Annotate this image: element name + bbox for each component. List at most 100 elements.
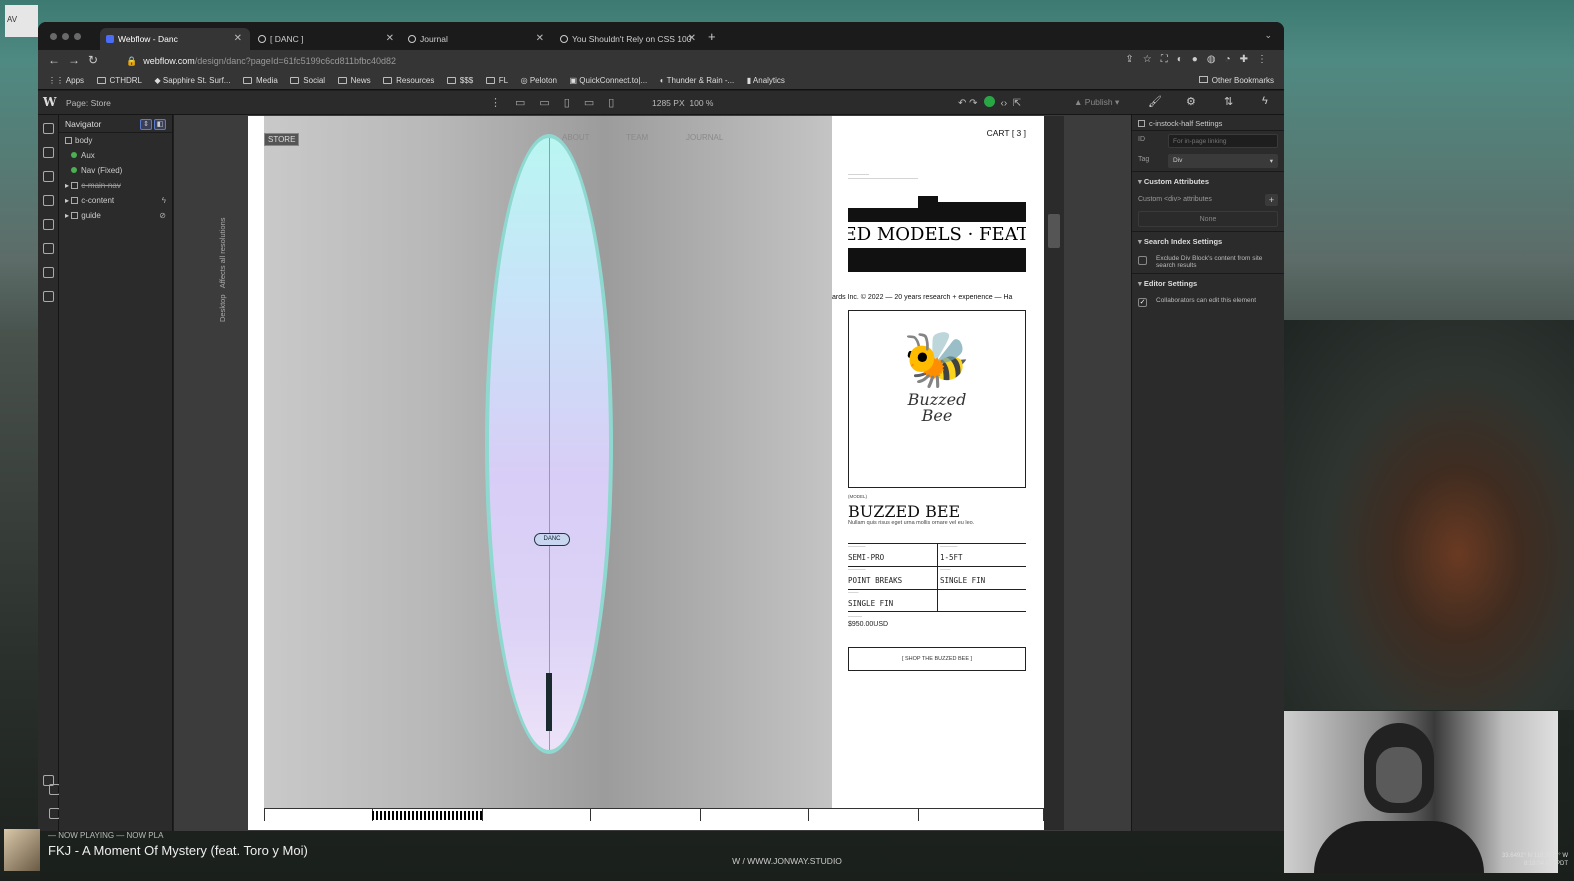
- style-brush-icon[interactable]: 🖌: [1148, 95, 1162, 108]
- page-selector[interactable]: Page: Store: [66, 98, 111, 108]
- other-bookmarks[interactable]: Other Bookmarks: [1198, 76, 1274, 85]
- desktop-wallpaper-left: [0, 330, 40, 881]
- tab-webflow[interactable]: Webflow - Danc ✕: [100, 28, 250, 50]
- ruler-tick: [590, 809, 591, 821]
- bookmark-apps[interactable]: ⋮⋮ Apps: [48, 76, 84, 85]
- bookmark-news[interactable]: News: [337, 76, 371, 85]
- spec-cell: ——— SINGLE FIN: [848, 590, 937, 612]
- nav-item-body[interactable]: body: [59, 133, 172, 148]
- nav-item-aux[interactable]: Aux: [59, 148, 172, 163]
- scroll-grip[interactable]: [1048, 214, 1060, 248]
- nav-about-link[interactable]: ABOUT: [562, 133, 590, 142]
- url-field[interactable]: 🔒 webflow.com/design/danc?pageId=61fc5199…: [126, 56, 396, 67]
- site-favicon-icon: [258, 35, 266, 43]
- ecommerce-icon[interactable]: [43, 243, 54, 254]
- product-panel[interactable]: CART [ 3 ] ——— ——— ———————————————————— R…: [832, 116, 1044, 808]
- location-time: 33.6492° N 118.3864° W 8:18:04 AM PDT: [1476, 852, 1568, 868]
- undo-redo-group[interactable]: ↶ ↷ ‹› ⇱: [958, 96, 1027, 109]
- tab-css-article[interactable]: You Shouldn't Rely on CSS 100 ✕: [554, 28, 704, 50]
- close-tab-icon[interactable]: ✕: [386, 33, 394, 44]
- forward-arrow-icon[interactable]: →: [68, 53, 80, 67]
- editor-settings-section[interactable]: Editor Settings: [1132, 273, 1284, 293]
- breakpoint-vertical-label: Desktop Affects all resolutions: [218, 217, 227, 322]
- tab-search-chevron-icon[interactable]: ⌄: [1264, 30, 1272, 41]
- interactions-icon[interactable]: ⇅: [1224, 95, 1233, 108]
- toggle-icon[interactable]: [1138, 256, 1147, 265]
- navigator-title: Navigator: [65, 119, 102, 129]
- board-logo: DANC: [534, 533, 570, 546]
- hidden-eye-icon[interactable]: ⊘: [159, 208, 166, 223]
- nav-item-content[interactable]: ▸ c-content ϟ: [59, 193, 172, 208]
- project-settings-icon[interactable]: [43, 291, 54, 302]
- tag-row: Tag Div ▾: [1132, 151, 1284, 171]
- desktop-app-badge[interactable]: AV: [5, 5, 38, 37]
- add-panel-icon[interactable]: [43, 123, 54, 134]
- canvas-zoom: 100 %: [689, 98, 714, 108]
- close-tab-icon[interactable]: ✕: [234, 33, 242, 44]
- pages-icon[interactable]: [43, 195, 54, 206]
- cart-link[interactable]: CART [ 3 ]: [987, 128, 1026, 138]
- close-tab-icon[interactable]: ✕: [536, 33, 544, 44]
- close-dot[interactable]: [50, 33, 57, 40]
- spec-table: ————— SEMI-PRO ————— 1-5FT ————— POINT BREA…: [848, 543, 1026, 612]
- breakpoint-icons[interactable]: ⋮▭▭▯▭▯: [490, 96, 628, 109]
- bookmark-social[interactable]: Social: [290, 76, 325, 85]
- bookmark-resources[interactable]: Resources: [383, 76, 434, 85]
- shop-button[interactable]: [ SHOP THE BUZZED BEE ]: [848, 647, 1026, 671]
- webflow-left-rail: [38, 115, 60, 831]
- nav-item-label: guide: [81, 211, 101, 220]
- settings-gear-icon[interactable]: ⚙: [1186, 95, 1196, 108]
- navigator-icon[interactable]: [43, 171, 54, 182]
- tab-journal[interactable]: Journal ✕: [402, 28, 552, 50]
- tag-select[interactable]: Div ▾: [1168, 154, 1278, 168]
- exclude-search-toggle[interactable]: Exclude Div Block's content from site se…: [1132, 251, 1284, 273]
- bookmark-sapphire[interactable]: ◆ Sapphire St. Surf...: [155, 76, 231, 85]
- tab-danc[interactable]: [ DANC ] ✕: [252, 28, 402, 50]
- settings-panel: c-instock-half Settings ID Tag Div ▾ Custo…: [1131, 115, 1284, 831]
- page-ruler: [264, 808, 1044, 821]
- custom-attributes-section[interactable]: Custom Attributes: [1132, 171, 1284, 191]
- canvas-scrollbar[interactable]: [1044, 116, 1064, 830]
- bookmark-media[interactable]: Media: [242, 76, 278, 85]
- add-attribute-button[interactable]: +: [1265, 194, 1278, 206]
- minimize-dot[interactable]: [62, 33, 69, 40]
- folder-icon: [96, 77, 106, 84]
- ruler-tick: [918, 809, 919, 821]
- publish-button[interactable]: ▲ Publish ▾: [1074, 97, 1119, 108]
- extension-icons[interactable]: ⇪☆⛶◐●◍◔✚⋮: [1125, 54, 1276, 65]
- bookmark-quickconnect[interactable]: ▣ QuickConnect.to|...: [570, 76, 648, 85]
- close-tab-icon[interactable]: ✕: [688, 33, 696, 44]
- back-arrow-icon[interactable]: ←: [48, 53, 60, 67]
- webflow-logo-icon[interactable]: W: [43, 95, 56, 109]
- search-index-section[interactable]: Search Index Settings: [1132, 231, 1284, 251]
- bookmark-cthdrl[interactable]: CTHDRL: [96, 76, 142, 85]
- bookmark-money[interactable]: $$$: [446, 76, 473, 85]
- zoom-dot[interactable]: [74, 33, 81, 40]
- lightning-icon[interactable]: ϟ: [1262, 95, 1268, 107]
- bookmark-thunder-rain[interactable]: ◐ Thunder & Rain -...: [660, 76, 735, 85]
- nav-item-guide[interactable]: ▸ guide ⊘: [59, 208, 172, 223]
- dock-icon[interactable]: ◧: [154, 119, 166, 130]
- settings-header: c-instock-half Settings: [1132, 115, 1284, 131]
- url-path: /design/danc?pageId=61fc5199c6cd811bfbc4…: [194, 56, 397, 66]
- nav-journal-link[interactable]: JOURNAL: [686, 133, 723, 142]
- new-tab-icon[interactable]: +: [708, 29, 716, 44]
- tab-label: You Shouldn't Rely on CSS 100: [572, 34, 692, 44]
- window-controls[interactable]: [50, 32, 86, 42]
- assets-icon[interactable]: [43, 267, 54, 278]
- nav-team-link[interactable]: TEAM: [626, 133, 648, 142]
- checkmark-icon[interactable]: ✓: [1138, 298, 1147, 307]
- lock-icon: 🔒: [126, 56, 138, 66]
- symbols-icon[interactable]: [43, 147, 54, 158]
- id-input[interactable]: [1168, 134, 1278, 148]
- bookmark-analytics[interactable]: ▮ Analytics: [747, 76, 785, 85]
- bookmark-fl[interactable]: FL: [485, 76, 508, 85]
- collaborators-checkbox[interactable]: ✓ Collaborators can edit this element: [1132, 293, 1284, 315]
- expand-toggle-icon[interactable]: ⇕: [140, 119, 152, 130]
- nav-item-nav-fixed[interactable]: Nav (Fixed): [59, 163, 172, 178]
- nav-store-link[interactable]: STORE: [264, 133, 300, 146]
- reload-icon[interactable]: ↻: [88, 53, 98, 67]
- cms-icon[interactable]: [43, 219, 54, 230]
- bookmark-peloton[interactable]: ◎ Peloton: [521, 76, 557, 85]
- nav-item-main-nav[interactable]: ▸ c-main-nav: [59, 178, 172, 193]
